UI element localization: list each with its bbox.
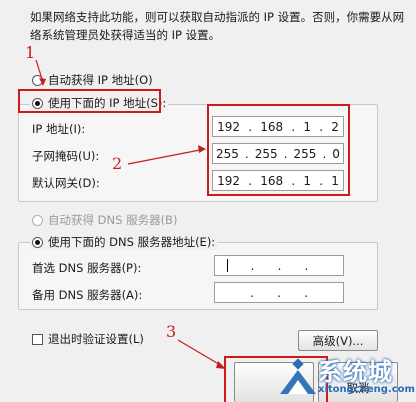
- arrow-line-3: [177, 339, 223, 367]
- arrow-head-1: [39, 78, 46, 86]
- annotation-number-3: 3: [166, 322, 177, 341]
- arrow-head-3: [216, 361, 226, 369]
- arrow-line-2: [127, 149, 201, 165]
- watermark-brand: 系统城: [318, 358, 393, 386]
- annotation-number-2: 2: [112, 154, 123, 173]
- ip-properties-dialog: 如果网络支持此功能，则可以获取自动指派的 IP 设置。否则，你需要从网络系统管理…: [0, 0, 416, 402]
- annotation-arrows: [35, 59, 226, 369]
- arrow-head-2: [198, 145, 206, 153]
- watermark-url: xitongcheng.com: [318, 384, 415, 395]
